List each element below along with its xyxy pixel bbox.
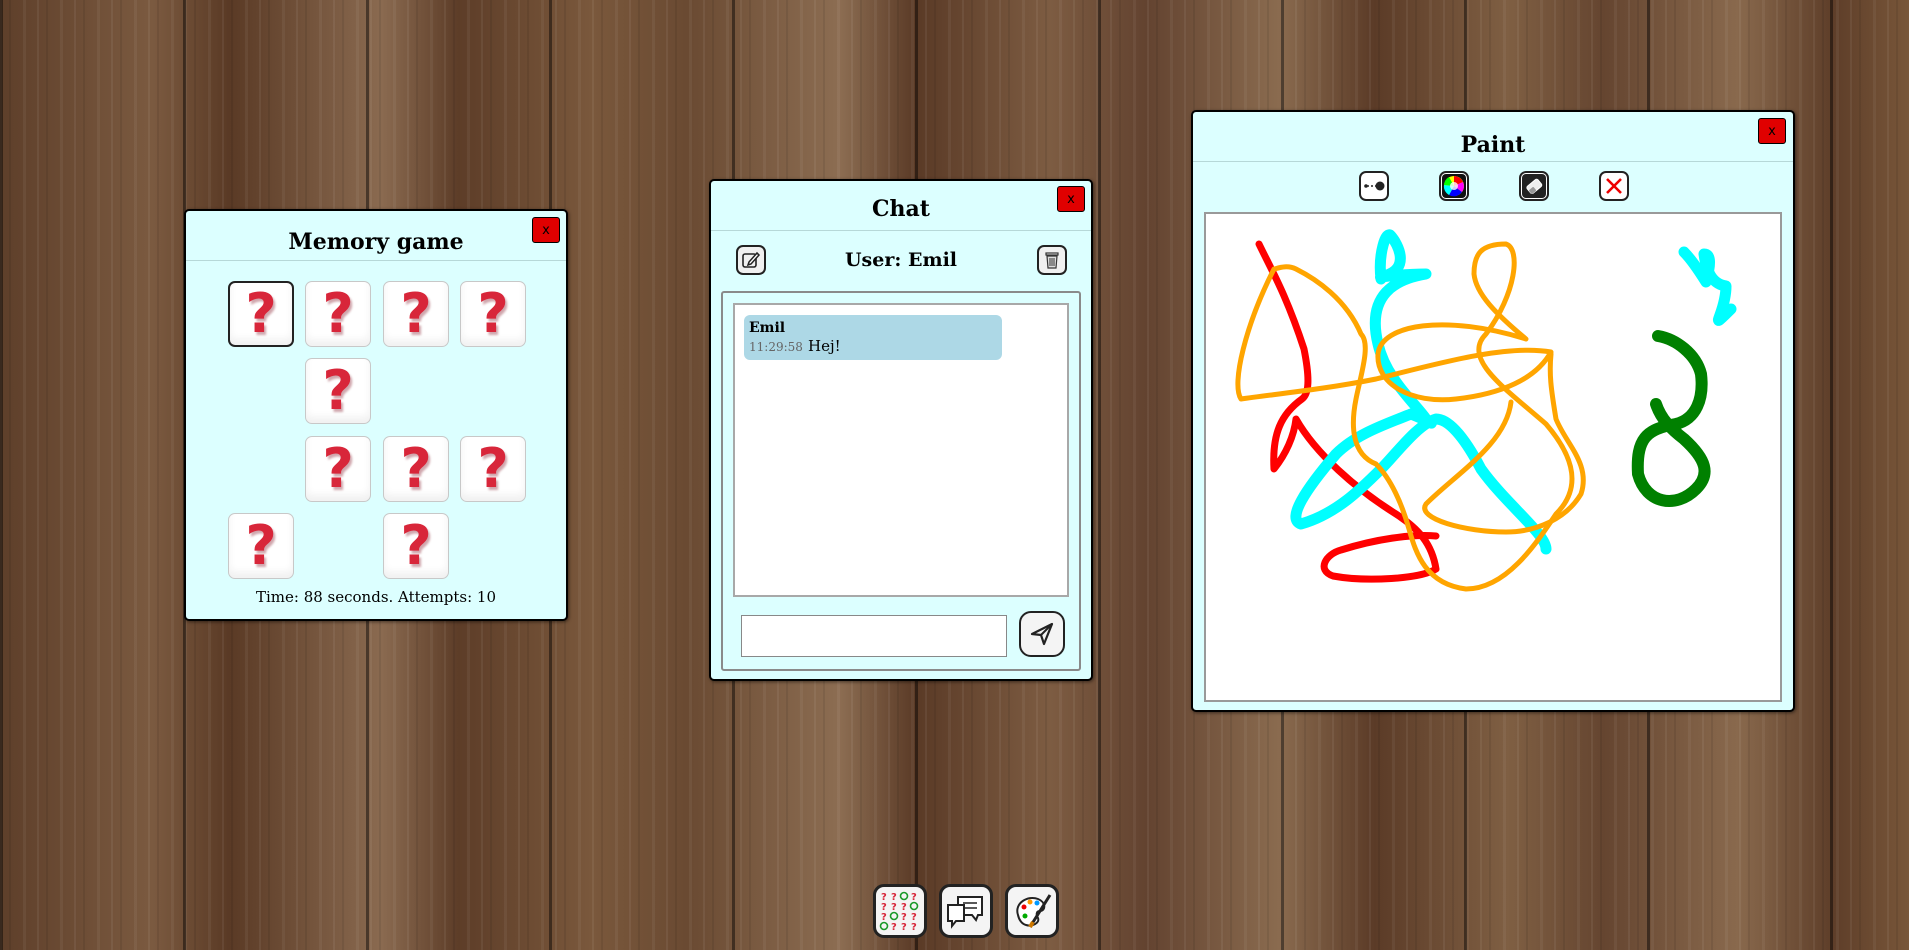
message-time: 11:29:58 bbox=[749, 340, 803, 354]
memory-card[interactable]: ? bbox=[305, 281, 371, 347]
memory-card[interactable]: ? bbox=[228, 281, 294, 347]
chat-window: Chat x User: Emil Emil 11:29:58 Hej! bbox=[709, 179, 1093, 681]
paint-canvas[interactable] bbox=[1204, 212, 1782, 702]
chat-message: Emil 11:29:58 Hej! bbox=[744, 315, 1002, 360]
chat-panel: Emil 11:29:58 Hej! bbox=[721, 291, 1081, 671]
memory-card[interactable]: ? bbox=[460, 436, 526, 502]
question-mark-icon: ? bbox=[245, 514, 277, 577]
paint-window: Paint x bbox=[1191, 110, 1795, 712]
question-mark-icon: ? bbox=[477, 282, 509, 345]
window-title-memory: Memory game bbox=[186, 211, 566, 261]
memory-card[interactable]: ? bbox=[228, 513, 294, 579]
send-icon bbox=[1030, 622, 1054, 646]
color-wheel-icon bbox=[1442, 174, 1466, 198]
question-mark-icon: ? bbox=[400, 437, 432, 500]
memory-status-text: Time: 88 seconds. Attempts: 10 bbox=[255, 588, 497, 606]
paint-palette-icon bbox=[1016, 894, 1052, 929]
svg-text:?: ? bbox=[891, 922, 897, 933]
brush-size-icon bbox=[1364, 181, 1385, 191]
cyan-stroke bbox=[1678, 246, 1737, 326]
dock-paint-button[interactable] bbox=[1005, 884, 1059, 938]
question-mark-icon: ? bbox=[245, 282, 277, 345]
memory-close-button[interactable]: x bbox=[532, 217, 560, 243]
dock-memory-game-button[interactable]: ??? ??? ??? ??? bbox=[873, 884, 927, 938]
green-stroke bbox=[1631, 330, 1711, 507]
svg-text:?: ? bbox=[881, 912, 887, 923]
eraser-icon bbox=[1522, 174, 1546, 198]
memory-game-window: Memory game x ? ? ? ? ? ? ? ? ? ? Time: … bbox=[184, 209, 568, 621]
question-mark-icon: ? bbox=[322, 437, 354, 500]
trash-icon bbox=[1045, 252, 1059, 269]
message-text: Hej! bbox=[808, 337, 841, 355]
paint-close-button[interactable]: x bbox=[1758, 118, 1786, 144]
memory-card[interactable]: ? bbox=[383, 513, 449, 579]
chat-message-input[interactable] bbox=[741, 615, 1007, 657]
clear-canvas-button[interactable] bbox=[1599, 171, 1629, 201]
memory-card[interactable]: ? bbox=[383, 436, 449, 502]
question-mark-icon: ? bbox=[477, 437, 509, 500]
question-mark-icon: ? bbox=[400, 282, 432, 345]
dock-chat-button[interactable] bbox=[939, 884, 993, 938]
chat-bubbles-icon bbox=[947, 896, 983, 929]
svg-text:?: ? bbox=[911, 922, 917, 933]
message-author: Emil bbox=[749, 320, 786, 336]
question-mark-icon: ? bbox=[322, 359, 354, 422]
window-title-paint: Paint bbox=[1193, 112, 1793, 162]
send-message-button[interactable] bbox=[1019, 611, 1065, 657]
clear-chat-button[interactable] bbox=[1037, 245, 1067, 275]
memory-card[interactable]: ? bbox=[460, 281, 526, 347]
brush-size-button[interactable] bbox=[1359, 171, 1389, 201]
svg-text:?: ? bbox=[891, 902, 897, 913]
canvas-drawing bbox=[1235, 229, 1737, 592]
question-mark-icon: ? bbox=[400, 514, 432, 577]
chat-user-label: User: Emil bbox=[844, 249, 957, 271]
color-picker-button[interactable] bbox=[1439, 171, 1469, 201]
chat-close-button[interactable]: x bbox=[1057, 186, 1085, 212]
window-title-chat: Chat bbox=[711, 181, 1091, 231]
memory-card[interactable]: ? bbox=[305, 436, 371, 502]
chat-message-log[interactable]: Emil 11:29:58 Hej! bbox=[733, 303, 1069, 597]
memory-grid-icon: ??? ??? ??? ??? bbox=[879, 891, 919, 933]
question-mark-icon: ? bbox=[322, 282, 354, 345]
memory-card[interactable]: ? bbox=[383, 281, 449, 347]
clear-x-icon bbox=[1606, 178, 1622, 194]
memory-card[interactable]: ? bbox=[305, 358, 371, 424]
eraser-button[interactable] bbox=[1519, 171, 1549, 201]
svg-text:?: ? bbox=[901, 922, 907, 933]
svg-text:?: ? bbox=[911, 892, 917, 903]
